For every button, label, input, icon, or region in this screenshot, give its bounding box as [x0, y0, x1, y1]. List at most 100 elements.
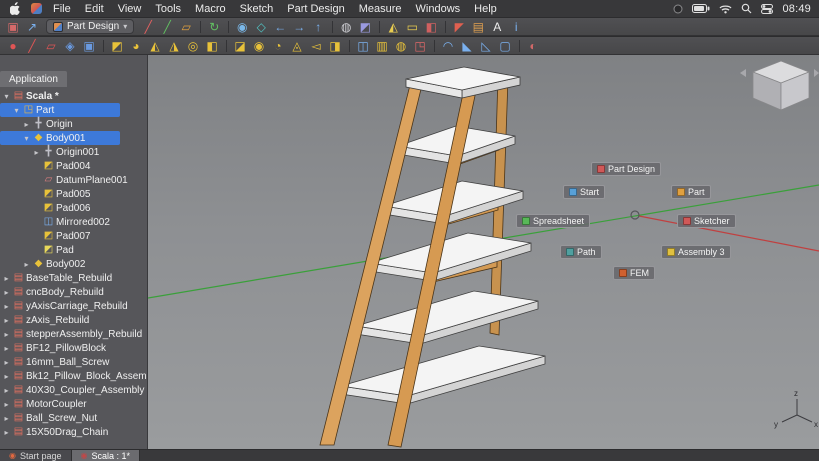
battery-icon[interactable] [692, 4, 710, 13]
tree-motorcoupler[interactable]: ▸ ▤ MotorCoupler [0, 397, 120, 411]
tree-datumplane001[interactable]: ▱ DatumPlane001 [0, 173, 128, 187]
dimension-icon[interactable]: ▭ [403, 19, 421, 35]
sketch-edit-icon[interactable]: ╱ [158, 19, 176, 35]
expander-icon[interactable]: ▸ [2, 302, 11, 311]
pocket-icon[interactable]: ◪ [231, 38, 249, 54]
expander-icon[interactable]: ▸ [22, 120, 31, 129]
expander-icon[interactable]: ▸ [2, 400, 11, 409]
subtractive-loft-icon[interactable]: ◬ [288, 38, 306, 54]
tab-start-page[interactable]: ◉ Start page [0, 450, 72, 461]
tree-ball-screw-nut[interactable]: ▸ ▤ Ball_Screw_Nut [0, 411, 120, 425]
expander-icon[interactable]: ▸ [32, 148, 41, 157]
menubar-clock[interactable]: 08:49 [782, 3, 811, 15]
expander-icon[interactable]: ▸ [2, 344, 11, 353]
tree-basetable-rebuild[interactable]: ▸ ▤ BaseTable_Rebuild [0, 271, 120, 285]
workbench-selector[interactable]: Part Design ▾ [46, 19, 135, 34]
subtractive-pipe-icon[interactable]: ◅ [307, 38, 325, 54]
tree-pad006[interactable]: ◩ Pad006 [0, 201, 120, 215]
tree-cncbody-rebuild[interactable]: ▸ ▤ cncBody_Rebuild [0, 285, 120, 299]
draw-style-icon[interactable]: ◍ [337, 19, 355, 35]
datum-plane-icon[interactable]: ▱ [42, 38, 60, 54]
shape-binder-icon[interactable]: ◈ [61, 38, 79, 54]
wb-label-part-design[interactable]: Part Design [591, 162, 662, 176]
groove-icon[interactable]: ◔ [269, 38, 287, 54]
expander-icon[interactable]: ▾ [12, 106, 21, 115]
expander-icon[interactable]: ▾ [2, 92, 11, 101]
macro-record-icon[interactable]: ▣ [4, 19, 22, 35]
expander-icon[interactable]: ▸ [22, 260, 31, 269]
menu-view[interactable]: View [111, 3, 149, 15]
pad-icon[interactable]: ◩ [108, 38, 126, 54]
view-isometric-icon[interactable]: ◇ [252, 19, 270, 35]
revolution-icon[interactable]: ◕ [127, 38, 145, 54]
3d-viewport[interactable]: z x y Part Design Start Part Spreadsheet… [148, 55, 819, 449]
menu-tools[interactable]: Tools [148, 3, 188, 15]
tree-yaxiscarriage-rebuild[interactable]: ▸ ▤ yAxisCarriage_Rebuild [0, 299, 127, 313]
wb-label-fem[interactable]: FEM [613, 266, 655, 280]
wb-label-spreadsheet[interactable]: Spreadsheet [516, 214, 591, 228]
wb-label-sketcher[interactable]: Sketcher [677, 214, 736, 228]
additive-helix-icon[interactable]: ◎ [184, 38, 202, 54]
expander-icon[interactable]: ▸ [2, 358, 11, 367]
text-icon[interactable]: A [488, 19, 506, 35]
clipping-icon[interactable]: ◧ [422, 19, 440, 35]
tree-bf12-pillowblock[interactable]: ▸ ▤ BF12_PillowBlock [0, 341, 120, 355]
additive-primitive-icon[interactable]: ◧ [203, 38, 221, 54]
tree-pad005[interactable]: ◩ Pad005 [0, 187, 120, 201]
tree-body002[interactable]: ▸ ◆ Body002 [0, 257, 120, 271]
tree-part[interactable]: ▾ ◳ Part [0, 103, 120, 117]
tree-16mm-ball-screw[interactable]: ▸ ▤ 16mm_Ball_Screw [0, 355, 120, 369]
thickness-icon[interactable]: ▢ [496, 38, 514, 54]
menu-file[interactable]: File [46, 3, 78, 15]
nav-forward-icon[interactable]: → [290, 19, 308, 35]
expander-icon[interactable]: ▾ [22, 134, 31, 143]
menu-edit[interactable]: Edit [78, 3, 111, 15]
menu-help[interactable]: Help [467, 3, 504, 15]
wifi-icon[interactable] [719, 4, 732, 14]
expander-icon[interactable]: ▸ [2, 274, 11, 283]
wb-label-assembly3[interactable]: Assembly 3 [661, 245, 731, 259]
polar-pattern-icon[interactable]: ◍ [392, 38, 410, 54]
tree-body001[interactable]: ▾ ◆ Body001 [0, 131, 120, 145]
appearance-icon[interactable]: ◩ [356, 19, 374, 35]
annotation-icon[interactable]: ◤ [450, 19, 468, 35]
note-icon[interactable]: ▤ [469, 19, 487, 35]
boolean-icon[interactable]: ◐ [524, 38, 542, 54]
tree-15x50drag-chain[interactable]: ▸ ▤ 15X50Drag_Chain [0, 425, 120, 439]
expander-icon[interactable]: ▸ [2, 330, 11, 339]
control-center-icon[interactable] [761, 3, 774, 14]
info-icon[interactable]: i [507, 19, 525, 35]
navigation-cube[interactable] [740, 60, 819, 111]
search-icon[interactable] [741, 3, 752, 14]
menu-windows[interactable]: Windows [409, 3, 468, 15]
subtractive-primitive-icon[interactable]: ◨ [326, 38, 344, 54]
clone-icon[interactable]: ▣ [80, 38, 98, 54]
tree-zaxis-rebuild[interactable]: ▸ ▤ zAxis_Rebuild [0, 313, 120, 327]
measure-icon[interactable]: ◭ [384, 19, 402, 35]
expander-icon[interactable]: ▸ [2, 316, 11, 325]
tree-scala[interactable]: ▾ ▤ Scala * [0, 89, 120, 103]
wb-label-part[interactable]: Part [671, 185, 711, 199]
datum-line-icon[interactable]: ╱ [23, 38, 41, 54]
sketch-map-icon[interactable]: ▱ [177, 19, 195, 35]
expander-icon[interactable]: ▸ [2, 372, 11, 381]
additive-pipe-icon[interactable]: ◮ [165, 38, 183, 54]
refresh-icon[interactable]: ↻ [205, 19, 223, 35]
linear-pattern-icon[interactable]: ▥ [373, 38, 391, 54]
expander-icon[interactable]: ▸ [2, 386, 11, 395]
additive-loft-icon[interactable]: ◭ [146, 38, 164, 54]
tree-40x30-coupler-assembly[interactable]: ▸ ▤ 40X30_Coupler_Assembly [0, 383, 144, 397]
tree-origin[interactable]: ▸ ╋ Origin [0, 117, 120, 131]
apple-menu-icon[interactable] [8, 2, 27, 15]
panel-tab-application[interactable]: Application [0, 71, 67, 87]
tree-bk12-pillow-block-assembly[interactable]: ▸ ▤ Bk12_Pillow_Block_Assembly [0, 369, 147, 383]
datum-point-icon[interactable]: ● [4, 38, 22, 54]
view-top-icon[interactable]: ↑ [309, 19, 327, 35]
ladder-shelf-model[interactable] [319, 66, 546, 448]
expander-icon[interactable]: ▸ [2, 288, 11, 297]
app-icon[interactable] [31, 3, 42, 14]
hole-icon[interactable]: ◉ [250, 38, 268, 54]
draft-icon[interactable]: ◺ [477, 38, 495, 54]
menu-sketch[interactable]: Sketch [233, 3, 281, 15]
multitransform-icon[interactable]: ◳ [411, 38, 429, 54]
